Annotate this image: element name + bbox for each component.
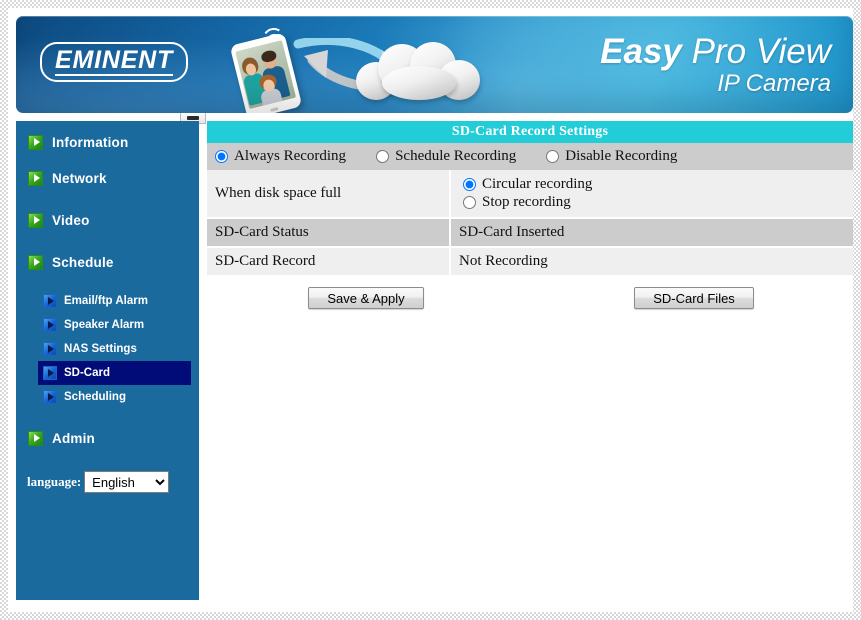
row-label-sd-card-status: SD-Card Status (207, 217, 451, 247)
settings-table: When disk space full Circular recording … (207, 170, 853, 275)
radio-always-recording[interactable]: Always Recording (215, 148, 346, 165)
sidebar-subitem-label: NAS Settings (64, 343, 137, 355)
record-mode-radio-group: Always Recording Schedule Recording Disa… (207, 143, 853, 170)
table-row: SD-Card Record Not Recording (207, 246, 853, 275)
product-title-easy: Easy (600, 32, 682, 71)
green-arrow-icon (28, 254, 43, 270)
header-banner: EMINENT Easy Pro View IP Camera (16, 16, 853, 113)
radio-always-recording-input[interactable] (215, 150, 228, 163)
blue-arrow-icon (43, 342, 57, 356)
sidebar-item-speaker-alarm[interactable]: Speaker Alarm (38, 313, 191, 337)
save-apply-button[interactable]: Save & Apply (308, 287, 424, 309)
row-label-disk-full: When disk space full (207, 170, 451, 218)
language-select[interactable]: English (84, 471, 170, 493)
language-selector-row: language: English (27, 471, 170, 493)
radio-circular-recording[interactable]: Circular recording (459, 176, 853, 193)
radio-disable-recording-label: Disable Recording (565, 148, 678, 164)
radio-disable-recording-input[interactable] (546, 150, 560, 163)
page-inner: EMINENT Easy Pro View IP Camera Informat… (8, 8, 853, 612)
green-arrow-icon (28, 170, 43, 186)
radio-stop-recording-label: Stop recording (482, 194, 571, 210)
page-frame: EMINENT Easy Pro View IP Camera Informat… (0, 0, 861, 620)
radio-schedule-recording-label: Schedule Recording (395, 148, 517, 164)
radio-stop-recording[interactable]: Stop recording (459, 194, 853, 211)
sidebar-item-video[interactable]: Video (16, 205, 199, 235)
phone-screen (235, 40, 297, 109)
eminent-logo: EMINENT (40, 42, 189, 83)
main-content: SD-Card Record Settings Always Recording… (207, 121, 853, 329)
sidebar-item-nas-settings[interactable]: NAS Settings (38, 337, 191, 361)
sidebar-subitem-label: Speaker Alarm (64, 319, 145, 331)
radio-always-recording-label: Always Recording (234, 148, 347, 164)
row-value-sd-card-status: SD-Card Inserted (450, 217, 853, 247)
sidebar-item-information[interactable]: Information (16, 127, 199, 157)
radio-circular-recording-input[interactable] (463, 178, 476, 191)
sidebar-item-schedule[interactable]: Schedule (16, 247, 199, 277)
sidebar-subitem-label: SD-Card (64, 367, 111, 379)
blue-arrow-icon (43, 366, 57, 380)
phone-home-button (270, 107, 279, 112)
green-arrow-icon (28, 212, 43, 228)
action-buttons: Save & Apply SD-Card Files (207, 287, 853, 329)
radio-schedule-recording[interactable]: Schedule Recording (376, 148, 516, 165)
row-label-sd-card-record: SD-Card Record (207, 246, 451, 275)
row-value-sd-card-record: Not Recording (450, 246, 853, 275)
row-value-disk-full: Circular recording Stop recording (450, 170, 853, 218)
eminent-logo-text: EMINENT (55, 47, 174, 77)
sidebar-item-label: Information (52, 134, 129, 150)
green-arrow-icon (28, 134, 43, 150)
sidebar: Information Network Video Schedule Email… (16, 121, 199, 600)
sidebar-subitem-label: Scheduling (64, 391, 126, 403)
product-title-proview: Pro View (681, 32, 831, 71)
blue-arrow-icon (43, 294, 57, 308)
sidebar-item-label: Network (52, 170, 107, 186)
radio-stop-recording-input[interactable] (463, 196, 476, 209)
sidebar-item-sd-card[interactable]: SD-Card (38, 361, 191, 385)
radio-disable-recording[interactable]: Disable Recording (546, 148, 677, 165)
sidebar-item-label: Schedule (52, 254, 114, 270)
collapse-handle-bar (187, 116, 199, 120)
radio-circular-recording-label: Circular recording (482, 176, 593, 192)
product-title: Easy Pro View IP Camera (600, 34, 831, 96)
sd-card-files-button[interactable]: SD-Card Files (634, 287, 754, 309)
green-arrow-icon (28, 430, 43, 446)
radio-schedule-recording-input[interactable] (376, 150, 390, 163)
blue-arrow-icon (43, 390, 57, 404)
product-subtitle: IP Camera (717, 69, 831, 97)
sidebar-item-email-ftp-alarm[interactable]: Email/ftp Alarm (38, 289, 191, 313)
language-label: language: (27, 474, 82, 489)
blue-arrow-icon (43, 318, 57, 332)
panel-title: SD-Card Record Settings (207, 121, 853, 143)
sidebar-item-admin[interactable]: Admin (16, 423, 199, 453)
table-row: SD-Card Status SD-Card Inserted (207, 217, 853, 247)
cloud-icon (356, 42, 480, 100)
sidebar-item-label: Admin (52, 430, 95, 446)
sidebar-item-scheduling[interactable]: Scheduling (38, 385, 191, 409)
table-row: When disk space full Circular recording … (207, 170, 853, 218)
sidebar-item-network[interactable]: Network (16, 163, 199, 193)
sidebar-subitem-label: Email/ftp Alarm (64, 295, 148, 307)
sidebar-item-label: Video (52, 212, 90, 228)
